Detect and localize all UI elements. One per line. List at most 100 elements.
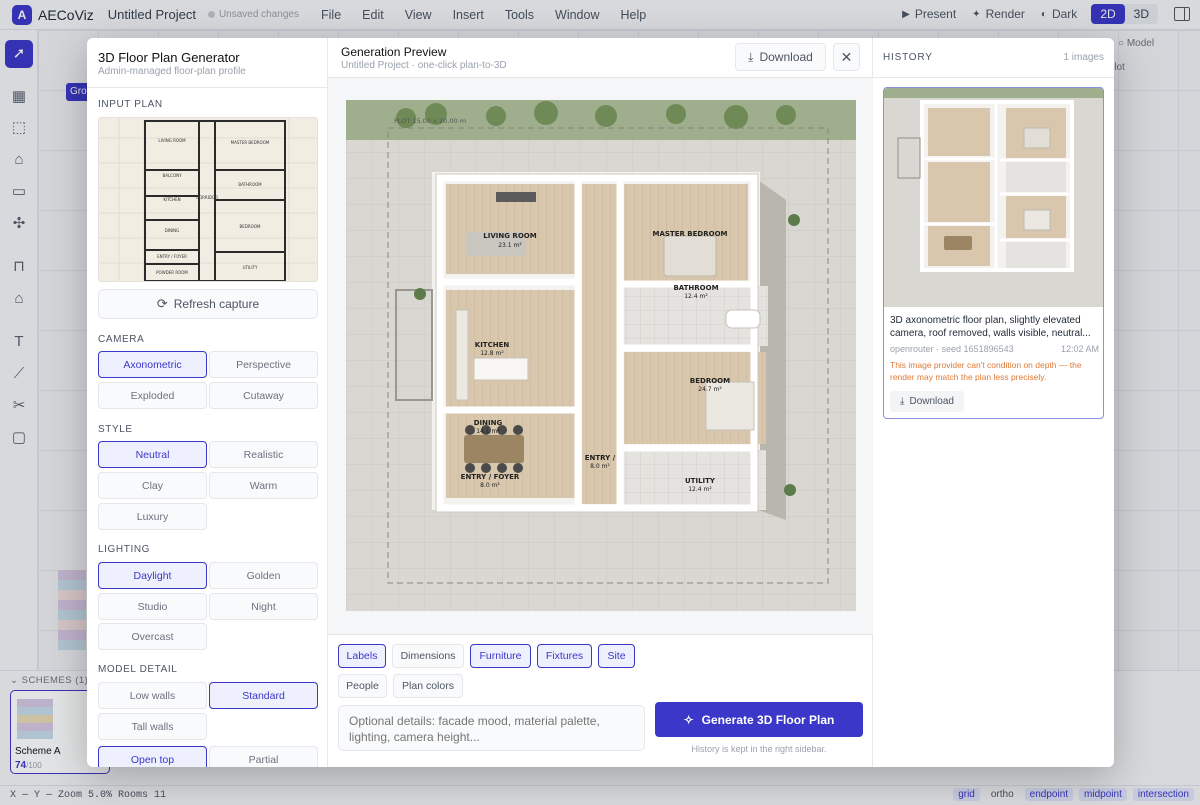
input-plan-heading: INPUT PLAN xyxy=(98,99,163,110)
render-area-bedroom: 24.7 m² xyxy=(698,386,722,393)
plan-room-label: BALCONY xyxy=(162,173,182,178)
plan-room-label: UTILITY xyxy=(243,265,258,270)
style-realistic[interactable]: Realistic xyxy=(209,441,318,468)
plan-room-label: DINING xyxy=(165,228,180,233)
preview-title: Generation Preview xyxy=(341,45,447,59)
preview-subtitle: Untitled Project · one-click plan-to-3D xyxy=(341,60,507,71)
magic-wand-icon: ✧ xyxy=(683,712,694,727)
style-heading: STYLE xyxy=(98,424,133,435)
model-detail-heading: MODEL DETAIL xyxy=(98,664,178,675)
divider xyxy=(87,87,327,88)
optional-details-input[interactable] xyxy=(338,705,645,751)
history-seed: openrouter · seed 1651896543 xyxy=(890,344,1014,354)
lighting-daylight[interactable]: Daylight xyxy=(98,562,207,589)
toggle-fixtures[interactable]: Fixtures xyxy=(537,644,592,668)
camera-cutaway[interactable]: Cutaway xyxy=(209,382,318,409)
lighting-golden[interactable]: Golden xyxy=(209,562,318,589)
render-label-utility: UTILITY xyxy=(685,477,716,485)
lighting-heading: LIGHTING xyxy=(98,544,151,555)
detail-tall-walls[interactable]: Tall walls xyxy=(98,713,207,740)
history-meta: openrouter · seed 1651896543 12:02 AM xyxy=(890,344,1099,354)
input-plan-drawing: LIVING ROOM MASTER BEDROOM BALCONY BATHR… xyxy=(99,118,317,281)
render-area-kitchen: 12.8 m² xyxy=(480,350,504,357)
refresh-icon: ⟳ xyxy=(156,296,168,311)
generation-preview-panel: Generation Preview Untitled Project · on… xyxy=(328,38,873,767)
render-area-entry: 8.0 m² xyxy=(590,463,610,470)
refresh-label: Refresh capture xyxy=(173,297,260,311)
close-icon: ✕ xyxy=(840,48,853,65)
plan-room-label: BATHROOM xyxy=(238,182,262,187)
history-item[interactable]: 3D axonometric floor plan, slightly elev… xyxy=(883,87,1104,419)
toggle-site[interactable]: Site xyxy=(598,644,635,668)
toggle-plan-colors[interactable]: Plan colors xyxy=(393,674,463,698)
render-label-bath: BATHROOM xyxy=(673,284,718,292)
detail-standard[interactable]: Standard xyxy=(209,682,318,709)
detail-open-top[interactable]: Open top xyxy=(98,746,207,767)
style-clay[interactable]: Clay xyxy=(98,472,207,499)
detail-low-walls[interactable]: Low walls xyxy=(98,682,207,709)
render-label-foyer: ENTRY / FOYER xyxy=(461,473,520,481)
plan-room-label: CORRIDOR xyxy=(196,195,218,200)
style-luxury[interactable]: Luxury xyxy=(98,503,207,530)
history-download-label: Download xyxy=(909,396,954,407)
camera-heading: CAMERA xyxy=(98,334,145,345)
render-area-bath: 12.4 m² xyxy=(684,293,708,300)
render-area-living: 23.1 m² xyxy=(498,242,522,249)
toggle-furniture[interactable]: Furniture xyxy=(470,644,531,668)
download-button[interactable]: ⤓ Download xyxy=(735,43,826,71)
history-note: History is kept in the right sidebar. xyxy=(691,744,827,754)
floor-plan-generator-modal: 3D Floor Plan Generator Admin-managed fl… xyxy=(87,38,1114,767)
lighting-night[interactable]: Night xyxy=(209,593,318,620)
style-neutral[interactable]: Neutral xyxy=(98,441,207,468)
history-panel: HISTORY 1 images 3D axonometric floor pl… xyxy=(873,38,1114,767)
history-time: 12:02 AM xyxy=(1060,344,1099,354)
render-area-foyer: 8.0 m² xyxy=(480,482,500,489)
history-download-button[interactable]: ⤓ Download xyxy=(890,391,964,412)
render-label-kitchen: KITCHEN xyxy=(475,341,510,349)
plan-room-label: KITCHEN xyxy=(163,197,180,202)
camera-exploded[interactable]: Exploded xyxy=(98,382,207,409)
camera-perspective[interactable]: Perspective xyxy=(209,351,318,378)
generate-button[interactable]: ✧ Generate 3D Floor Plan xyxy=(655,702,863,737)
history-title: HISTORY xyxy=(883,52,933,63)
style-warm[interactable]: Warm xyxy=(209,472,318,499)
history-thumbnail xyxy=(884,88,1103,307)
render-label-living: LIVING ROOM xyxy=(483,232,536,240)
download-icon: ⤓ xyxy=(900,396,905,407)
modal-title: 3D Floor Plan Generator xyxy=(98,50,240,65)
render-label-bedroom: BEDROOM xyxy=(690,377,730,385)
preview-area: PLOT 15.00 x 20.00 m LIVING ROOM MASTER … xyxy=(328,78,873,634)
render-illustration: PLOT 15.00 x 20.00 m LIVING ROOM MASTER … xyxy=(346,100,856,611)
toggle-labels[interactable]: Labels xyxy=(338,644,386,668)
render-label-entry: ENTRY / xyxy=(585,454,616,462)
lighting-overcast[interactable]: Overcast xyxy=(98,623,207,650)
divider xyxy=(873,77,1114,78)
render-area-utility: 12.4 m² xyxy=(688,486,712,493)
history-description: 3D axonometric floor plan, slightly elev… xyxy=(890,315,1091,339)
generator-settings-panel: 3D Floor Plan Generator Admin-managed fl… xyxy=(87,38,328,767)
history-count: 1 images xyxy=(1063,52,1104,63)
download-label: Download xyxy=(759,50,813,64)
plan-room-label: LIVING ROOM xyxy=(158,138,186,143)
toggle-dimensions[interactable]: Dimensions xyxy=(392,644,464,668)
plan-room-label: POWDER ROOM xyxy=(156,270,188,275)
render-label-dining: DINING xyxy=(474,419,503,427)
input-plan-thumbnail: LIVING ROOM MASTER BEDROOM BALCONY BATHR… xyxy=(98,117,318,282)
plan-room-label: BEDROOM xyxy=(240,224,261,229)
camera-axonometric[interactable]: Axonometric xyxy=(98,351,207,378)
download-icon: ⤓ xyxy=(748,49,754,64)
render-preview-image[interactable]: PLOT 15.00 x 20.00 m LIVING ROOM MASTER … xyxy=(346,100,856,611)
history-warning: This image provider can't condition on d… xyxy=(890,360,1082,382)
render-label-master: MASTER BEDROOM xyxy=(653,230,728,238)
modal-subtitle: Admin-managed floor-plan profile xyxy=(98,66,246,77)
render-area-dining: 14.1 m² xyxy=(476,428,500,435)
plan-room-label: MASTER BEDROOM xyxy=(231,140,270,145)
lighting-studio[interactable]: Studio xyxy=(98,593,207,620)
history-thumbnail-drawing xyxy=(884,88,1103,307)
generate-label: Generate 3D Floor Plan xyxy=(701,712,835,727)
toggle-people[interactable]: People xyxy=(338,674,387,698)
plot-label: PLOT 15.00 x 20.00 m xyxy=(394,117,466,125)
detail-partial[interactable]: Partial xyxy=(209,746,318,767)
close-button[interactable]: ✕ xyxy=(833,43,860,71)
refresh-capture-button[interactable]: ⟳ Refresh capture xyxy=(98,289,318,319)
